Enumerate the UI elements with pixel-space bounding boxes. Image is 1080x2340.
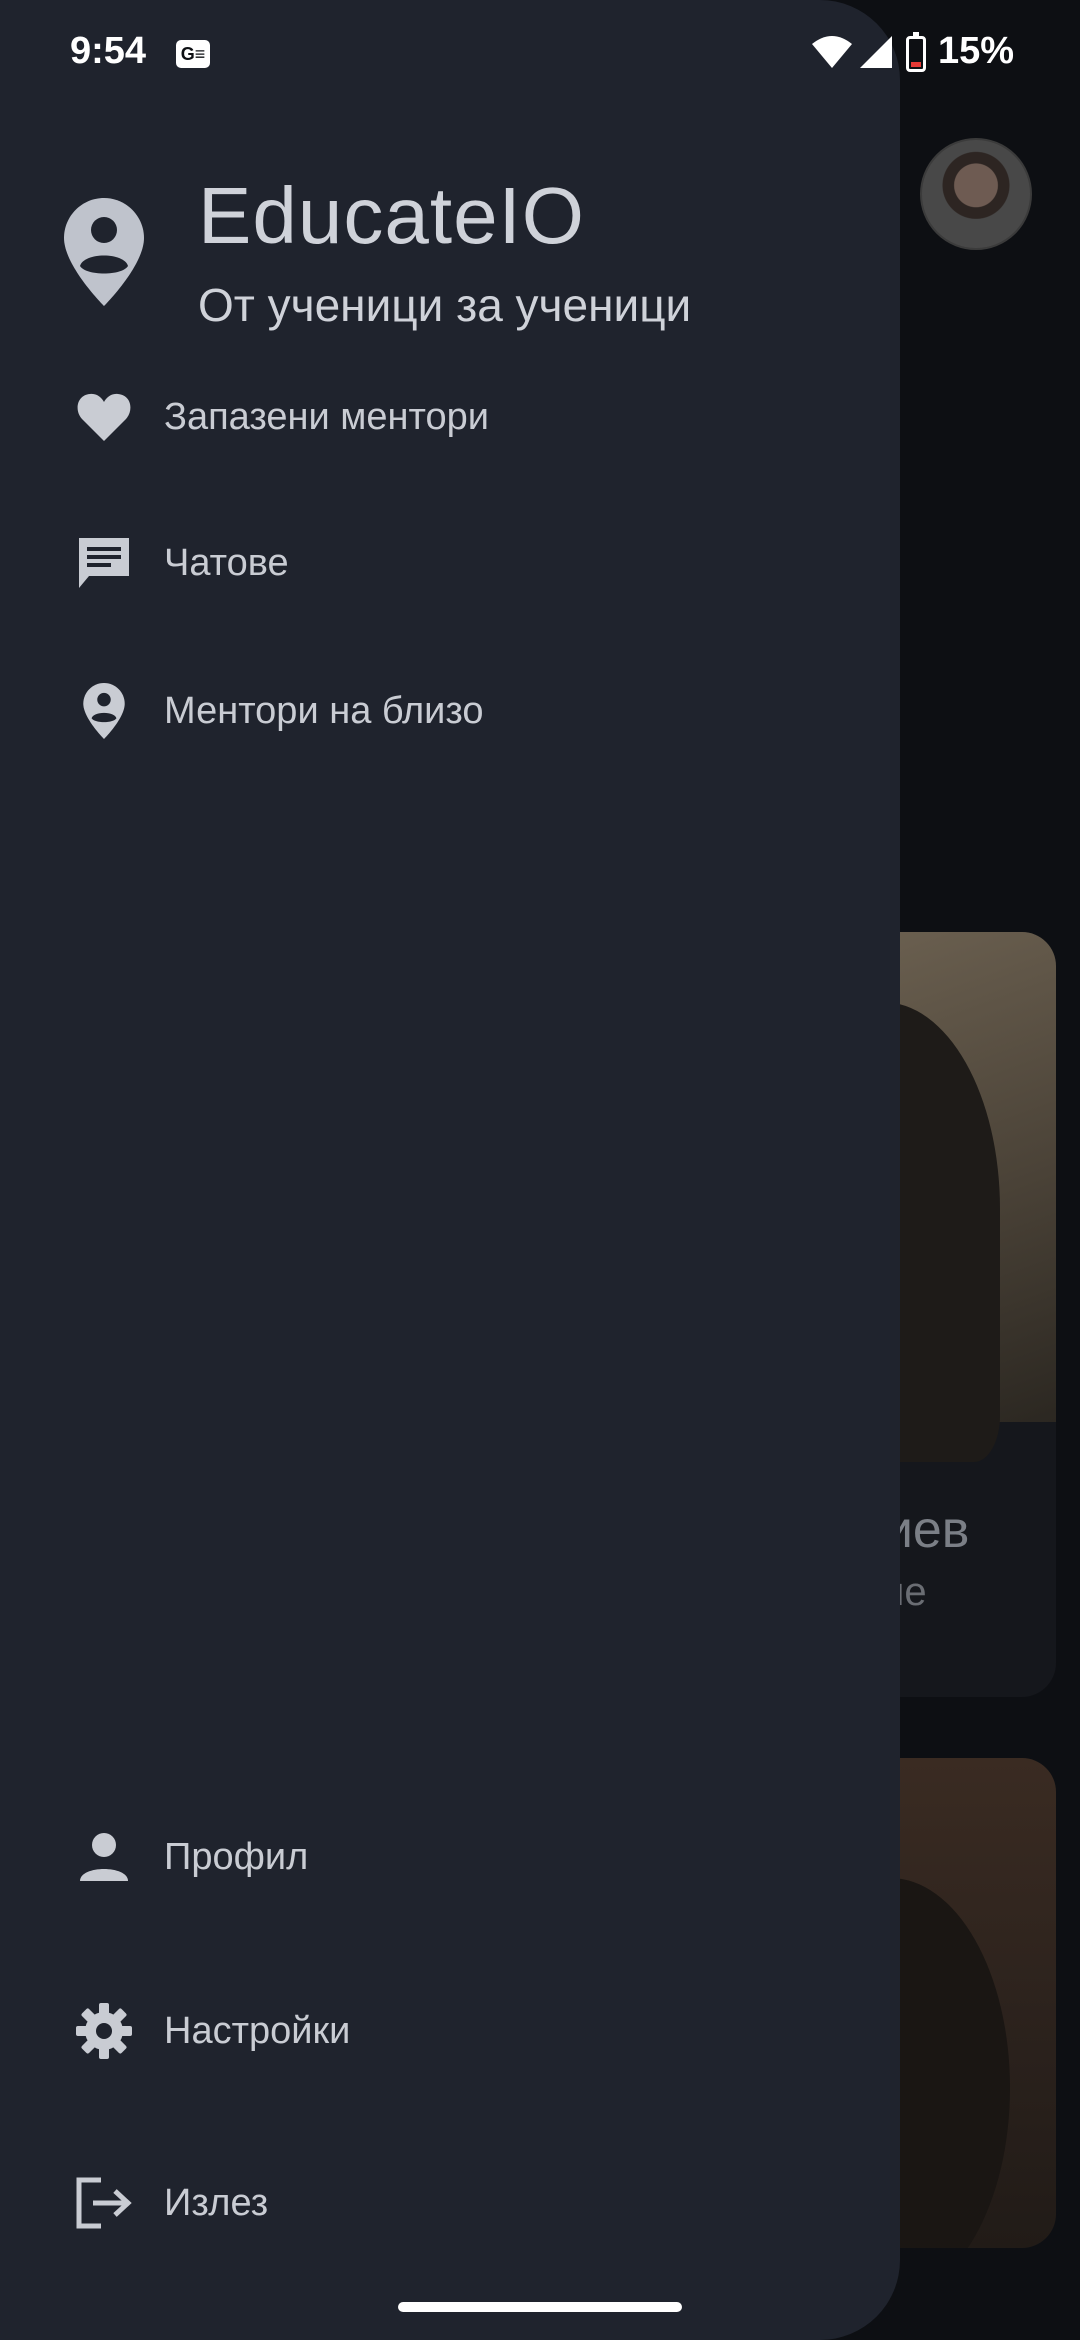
menu-item-profile[interactable]: Профил xyxy=(0,1802,900,1912)
battery-percent: 15% xyxy=(938,30,1015,72)
menu-item-saved-mentors[interactable]: Запазени ментори xyxy=(0,362,900,472)
person-pin-icon xyxy=(72,679,136,743)
profile-avatar[interactable] xyxy=(920,138,1032,250)
person-pin-icon xyxy=(64,198,144,306)
logout-icon xyxy=(72,2171,136,2235)
heart-icon xyxy=(72,385,136,449)
menu-item-label: Чатове xyxy=(164,541,289,584)
gallery-news-icon: G≡ xyxy=(176,40,210,68)
gesture-navigation-bar[interactable] xyxy=(398,2302,682,2312)
menu-item-label: Профил xyxy=(164,1835,309,1878)
gear-icon xyxy=(72,1999,136,2063)
battery-icon xyxy=(906,32,926,72)
menu-item-nearby-mentors[interactable]: Ментори на близо xyxy=(0,656,900,766)
status-bar: 9:54 G≡ 15% xyxy=(0,0,1080,110)
wifi-icon xyxy=(812,36,852,68)
person-icon xyxy=(72,1825,136,1889)
app-tagline: От ученици за ученици xyxy=(198,279,692,331)
menu-item-label: Излез xyxy=(164,2181,269,2224)
navigation-drawer: EducateIO От ученици за ученици Запазени… xyxy=(0,0,900,2340)
menu-item-logout[interactable]: Излез xyxy=(0,2148,900,2258)
menu-item-settings[interactable]: Настройки xyxy=(0,1976,900,2086)
menu-item-label: Запазени ментори xyxy=(164,395,489,438)
menu-item-chats[interactable]: Чатове xyxy=(0,508,900,618)
menu-item-label: Настройки xyxy=(164,2009,351,2052)
status-time: 9:54 xyxy=(70,30,147,72)
chat-icon xyxy=(72,531,136,595)
menu-item-label: Ментори на близо xyxy=(164,689,484,732)
app-title: EducateIO xyxy=(198,171,586,260)
cell-signal-icon xyxy=(860,36,892,68)
